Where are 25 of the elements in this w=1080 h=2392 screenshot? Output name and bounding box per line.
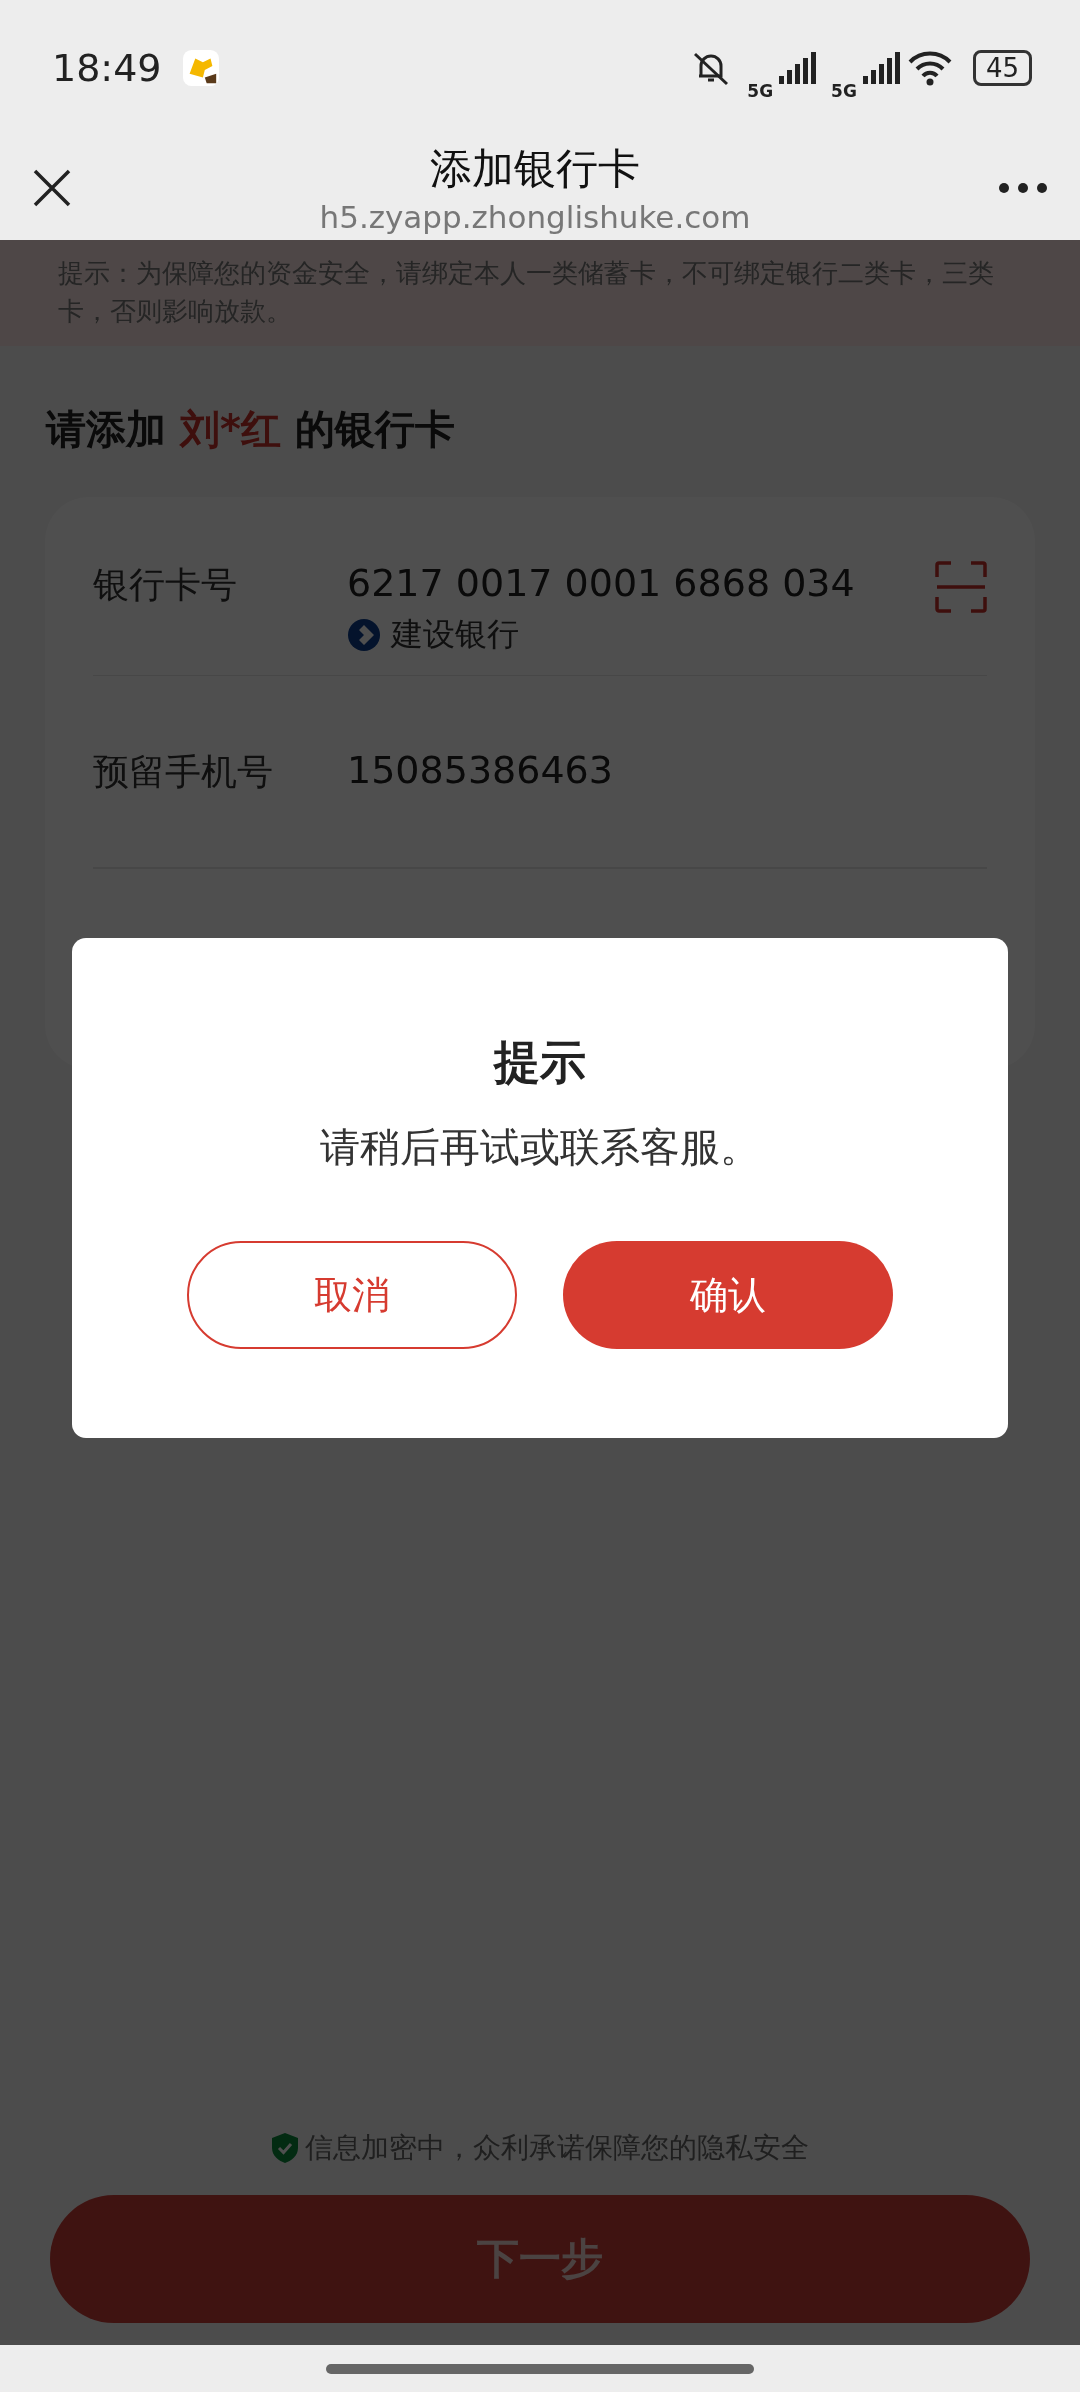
more-icon[interactable] [998, 181, 1048, 194]
close-icon[interactable] [32, 167, 72, 208]
field-label: 预留手机号 [93, 750, 274, 794]
shield-check-icon [271, 2132, 299, 2164]
wifi-icon [906, 49, 953, 86]
bank-logo-icon [347, 618, 381, 652]
home-indicator[interactable] [326, 2363, 754, 2374]
dialog-title: 提示 [494, 1034, 586, 1091]
network-label: 5G [747, 80, 774, 101]
cancel-button[interactable]: 取消 [187, 1241, 517, 1349]
dialog-message: 请稍后再试或联系客服。 [320, 1123, 760, 1172]
field-value: 6217 0017 0001 6868 034 [347, 561, 856, 605]
battery-indicator: 45 [972, 49, 1032, 86]
confirm-button[interactable]: 确认 [563, 1241, 893, 1349]
signal-icon [862, 51, 901, 84]
field-label: 银行卡号 [93, 563, 238, 607]
network-label: 5G [831, 80, 857, 101]
app-notification-icon [181, 48, 220, 87]
section-heading: 请添加 刘*红 的银行卡 [46, 405, 456, 454]
signal-icon [779, 51, 818, 84]
page-title: 添加银行卡 [430, 142, 640, 195]
clock-time: 18:49 [52, 45, 162, 90]
bank-name: 建设银行 [391, 614, 519, 655]
page-url: h5.zyapp.zhonglishuke.com [319, 198, 751, 235]
field-value: 15085386463 [347, 748, 614, 792]
